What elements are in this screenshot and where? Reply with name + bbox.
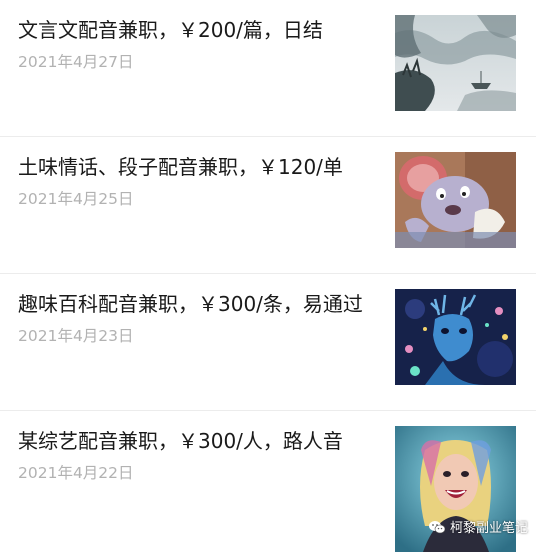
item-title[interactable]: 文言文配音兼职，￥200/篇，日结: [18, 13, 380, 47]
watermark: 柯黎副业笔记: [428, 517, 528, 536]
blue-deer-image[interactable]: [395, 289, 516, 385]
item-title[interactable]: 某综艺配音兼职，￥300/人，路人音: [18, 424, 380, 458]
list-item[interactable]: 土味情话、段子配音兼职，￥120/单 2021年4月25日: [0, 137, 536, 274]
list-item-text: 趣味百科配音兼职，￥300/条，易通过 2021年4月23日: [18, 287, 380, 346]
item-date: 2021年4月23日: [18, 327, 134, 345]
list-item-text: 文言文配音兼职，￥200/篇，日结 2021年4月27日: [18, 13, 380, 72]
wechat-icon: [428, 520, 445, 533]
item-date: 2021年4月25日: [18, 190, 134, 208]
article-feed: 文言文配音兼职，￥200/篇，日结 2021年4月27日 土味情话、段子配音兼职…: [0, 0, 536, 552]
list-item[interactable]: 趣味百科配音兼职，￥300/条，易通过 2021年4月23日: [0, 274, 536, 411]
ink-landscape-image[interactable]: [395, 15, 516, 111]
watermark-text: 柯黎副业笔记: [449, 521, 528, 536]
item-title[interactable]: 趣味百科配音兼职，￥300/条，易通过: [18, 287, 380, 321]
list-item-text: 某综艺配音兼职，￥300/人，路人音 2021年4月22日: [18, 424, 380, 483]
item-title[interactable]: 土味情话、段子配音兼职，￥120/单: [18, 150, 380, 184]
list-item-text: 土味情话、段子配音兼职，￥120/单 2021年4月25日: [18, 150, 380, 209]
list-item[interactable]: 文言文配音兼职，￥200/篇，日结 2021年4月27日: [0, 0, 536, 137]
item-date: 2021年4月22日: [18, 464, 134, 482]
cartoon-mouse-image[interactable]: [395, 152, 516, 248]
list-item[interactable]: 某综艺配音兼职，￥300/人，路人音 2021年4月22日 柯黎副业笔记: [0, 411, 536, 552]
item-date: 2021年4月27日: [18, 53, 134, 71]
